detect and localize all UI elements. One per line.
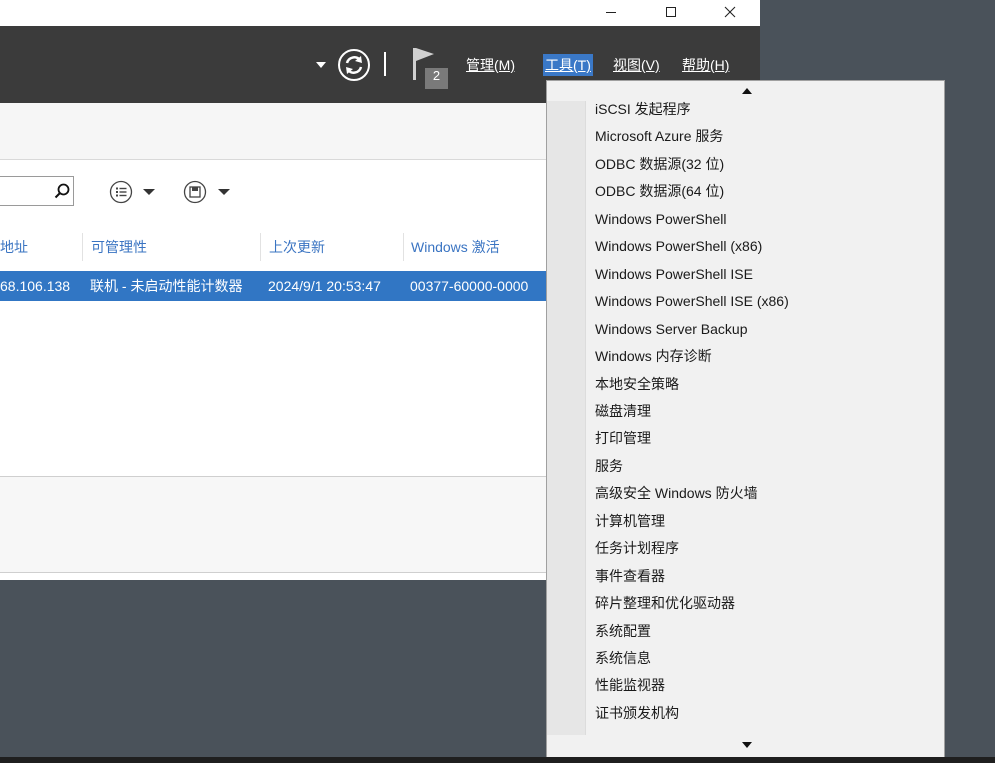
menu-icon-gutter [547, 101, 586, 735]
cell-address: 68.106.138 [0, 278, 71, 294]
tools-menu-item[interactable]: Windows PowerShell ISE (x86) [595, 288, 789, 315]
header-separator [384, 52, 386, 76]
refresh-icon[interactable] [337, 48, 371, 82]
tools-menu-item[interactable]: 性能监视器 [595, 672, 665, 699]
tools-menu-item[interactable]: 事件查看器 [595, 563, 665, 590]
notification-count-badge: 2 [432, 68, 441, 83]
tools-menu-item[interactable]: iSCSI 发起程序 [595, 96, 691, 123]
tools-menu-item[interactable]: 证书颁发机构 [595, 700, 679, 727]
tools-menu-item[interactable]: 本地安全策略 [595, 371, 679, 398]
maximize-icon [666, 7, 676, 17]
menu-manage[interactable]: 管理(M) [464, 54, 517, 76]
tools-menu-item[interactable]: Windows Server Backup [595, 316, 748, 343]
tools-menu-item[interactable]: 碎片整理和优化驱动器 [595, 590, 735, 617]
tools-menu-item[interactable]: Windows PowerShell ISE [595, 261, 753, 288]
menu-help[interactable]: 帮助(H) [680, 54, 731, 76]
tools-menu-item[interactable]: Windows PowerShell [595, 206, 727, 233]
content-pane: 地址 可管理性 上次更新 Windows 激活 68.106.138 联机 - … [0, 103, 546, 580]
tools-menu-item[interactable]: 系统信息 [595, 645, 651, 672]
tools-dropdown-menu: iSCSI 发起程序 Microsoft Azure 服务 ODBC 数据源(32 … [546, 80, 945, 758]
close-button[interactable] [707, 0, 753, 24]
column-header-manageability[interactable]: 可管理性 [91, 233, 147, 261]
taskbar-edge [0, 757, 995, 763]
maximize-button[interactable] [648, 0, 694, 24]
lower-panel [0, 476, 546, 573]
cell-activation: 00377-60000-0000 [410, 278, 529, 294]
cell-manageability: 联机 - 未启动性能计数器 [90, 278, 243, 294]
column-header-windows-activation[interactable]: Windows 激活 [411, 233, 500, 261]
menu-view[interactable]: 视图(V) [611, 54, 662, 76]
tools-menu-item[interactable]: 高级安全 Windows 防火墙 [595, 480, 758, 507]
search-input[interactable] [0, 176, 74, 206]
dropdown-caret-icon[interactable] [316, 62, 326, 68]
tools-menu-item[interactable]: 计算机管理 [595, 508, 665, 535]
menu-tools[interactable]: 工具(T) [543, 54, 593, 76]
minimize-button[interactable] [588, 0, 634, 24]
tools-menu-item[interactable]: Microsoft Azure 服务 [595, 123, 723, 150]
tools-menu-item[interactable]: 任务计划程序 [595, 535, 679, 562]
scroll-down-arrow-icon[interactable] [742, 742, 752, 748]
filter-area [0, 160, 546, 233]
column-header-last-update[interactable]: 上次更新 [269, 233, 325, 261]
cell-last-update: 2024/9/1 20:53:47 [268, 278, 381, 294]
close-icon [724, 6, 736, 18]
tools-menu-item[interactable]: 磁盘清理 [595, 398, 651, 425]
tools-menu-item[interactable]: 打印管理 [595, 425, 651, 452]
column-separator [403, 233, 404, 261]
save-query-button[interactable] [183, 180, 233, 204]
table-row[interactable]: 68.106.138 联机 - 未启动性能计数器 2024/9/1 20:53:… [0, 271, 546, 301]
pane-title-strip [0, 103, 546, 160]
tools-menu-item[interactable]: 系统配置 [595, 618, 651, 645]
tools-menu-item[interactable]: Windows 内存诊断 [595, 343, 712, 370]
column-separator [260, 233, 261, 261]
search-icon[interactable] [54, 183, 70, 199]
column-separator [82, 233, 83, 261]
minimize-icon [606, 12, 616, 13]
column-header-address[interactable]: 地址 [0, 233, 28, 261]
title-bar [0, 0, 760, 26]
tools-menu-item[interactable]: ODBC 数据源(32 位) [595, 151, 724, 178]
tools-menu-item[interactable]: Windows PowerShell (x86) [595, 233, 762, 260]
tools-menu-item[interactable]: 服务 [595, 453, 623, 480]
list-view-options-button[interactable] [109, 180, 159, 204]
tools-menu-item[interactable]: ODBC 数据源(64 位) [595, 178, 724, 205]
scroll-up-arrow-icon[interactable] [742, 88, 752, 94]
